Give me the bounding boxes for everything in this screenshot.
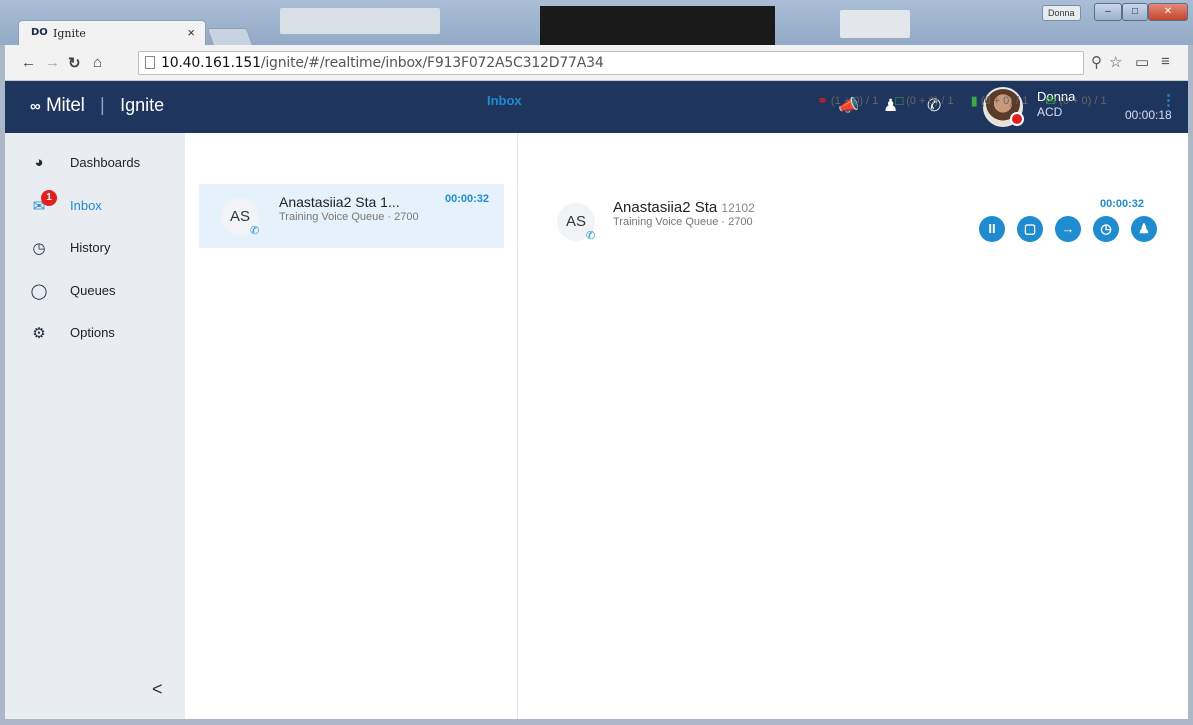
- sidebar-item-queues[interactable]: ◯ Queues: [5, 272, 185, 308]
- contact-queue: Training Voice Queue · 2700: [613, 216, 753, 228]
- address-bar[interactable]: 10.40.161.151/ignite/#/realtime/inbox/F9…: [138, 51, 1084, 75]
- hold-button[interactable]: II: [979, 216, 1005, 242]
- phone-icon: ✆: [586, 230, 596, 242]
- sidebar-item-inbox[interactable]: ✉ 1 Inbox: [5, 187, 185, 223]
- gear-icon: ⚙: [32, 325, 46, 342]
- list-item[interactable]: AS ✆ Anastasiia2 Sta 1... Training Voice…: [199, 184, 504, 248]
- schedule-button[interactable]: ◷: [1093, 216, 1119, 242]
- presence-status-icon: [1010, 112, 1024, 126]
- url-text: 10.40.161.151/ignite/#/realtime/inbox/F9…: [161, 55, 604, 71]
- inbox-badge: 1: [41, 190, 57, 206]
- contact-name: Anastasiia2 Sta 12102: [613, 199, 755, 216]
- chat-counter[interactable]: □ (0 + 0) / 1: [895, 93, 953, 108]
- product-name: Ignite: [120, 95, 165, 115]
- mitel-favicon-icon: DO: [31, 27, 48, 38]
- end-call-button[interactable]: ▢: [1017, 216, 1043, 242]
- chat-icon: □: [895, 93, 904, 108]
- new-tab-button[interactable]: [206, 28, 254, 46]
- media-counters: ⚭ (1 + 0) / 1 □ (0 + 0) / 1 ▮ (0 + 0) / 1 ✉…: [817, 93, 1121, 109]
- transfer-button[interactable]: →: [1055, 216, 1081, 242]
- contact-queue: Training Voice Queue · 2700: [279, 211, 419, 223]
- sidebar-item-label: Queues: [70, 283, 116, 298]
- maximize-icon[interactable]: □: [1122, 3, 1148, 21]
- voice-counter[interactable]: ⚭ (1 + 0) / 1: [817, 93, 878, 108]
- email-icon: ✉: [1045, 93, 1057, 108]
- browser-tab[interactable]: DO Ignite ×: [18, 20, 206, 46]
- agent-timer: 00:00:18: [1125, 108, 1172, 122]
- sidebar-item-dashboards[interactable]: ◕ Dashboards: [5, 144, 185, 180]
- mobile-icon: ▮: [970, 93, 978, 108]
- brand: ∞ Mitel | Ignite: [30, 95, 165, 116]
- reload-icon[interactable]: ↻: [68, 54, 81, 72]
- stop-icon: ▢: [1023, 221, 1037, 236]
- page-icon: [145, 56, 155, 69]
- page-title: Inbox: [487, 93, 522, 108]
- browser-window: DO Ignite × Donna – □ ✕ ← → ↻ ⌂ 10.40.16…: [0, 0, 1193, 725]
- sidebar-item-label: Inbox: [70, 198, 102, 213]
- transfer-icon: →: [1061, 221, 1075, 236]
- tab-close-icon[interactable]: ×: [187, 25, 195, 40]
- home-icon[interactable]: ⌂: [93, 54, 102, 71]
- brand-name: Mitel: [45, 95, 85, 116]
- cast-icon[interactable]: ▭: [1135, 53, 1149, 71]
- conference-button[interactable]: ♟: [1131, 216, 1157, 242]
- minimize-icon[interactable]: –: [1094, 3, 1122, 21]
- clock-icon: ◷: [32, 240, 46, 257]
- phone-icon: ✆: [250, 225, 260, 237]
- queue-icon: ◯: [30, 283, 48, 300]
- headset-icon: ⚭: [817, 93, 828, 108]
- tab-title: Ignite: [53, 27, 86, 40]
- background-window-strip: [270, 2, 990, 46]
- forward-icon[interactable]: →: [45, 54, 60, 71]
- pause-icon: II: [988, 221, 996, 236]
- contact-name: Anastasiia2 Sta 1...: [279, 194, 400, 210]
- profile-chip[interactable]: Donna: [1042, 5, 1081, 21]
- sidebar-item-label: Options: [70, 325, 115, 340]
- browser-toolbar: ← → ↻ ⌂ 10.40.161.151/ignite/#/realtime/…: [5, 45, 1188, 81]
- conference-icon: ♟: [1138, 221, 1150, 236]
- email-counter[interactable]: ✉ (0 + 0) / 1: [1045, 93, 1106, 108]
- contact-extension: 12102: [721, 201, 755, 215]
- sidebar-item-label: History: [70, 240, 111, 255]
- back-icon[interactable]: ←: [21, 54, 36, 71]
- more-options-icon[interactable]: ⋮: [1161, 91, 1176, 109]
- sms-counter[interactable]: ▮ (0 + 0) / 1: [970, 93, 1029, 108]
- mitel-logo-icon: ∞: [30, 98, 41, 115]
- sidebar-item-history[interactable]: ◷ History: [5, 229, 185, 265]
- gauge-icon: ◕: [34, 154, 44, 171]
- ignite-app: ∞ Mitel | Ignite 📣 ♟ ✆ Donna ACD 00:00:1…: [5, 81, 1188, 719]
- star-icon[interactable]: ☆: [1109, 53, 1122, 71]
- interaction-timer: 00:00:32: [1100, 198, 1145, 210]
- sidebar-item-label: Dashboards: [70, 155, 141, 170]
- sidebar: ◕ Dashboards ✉ 1 Inbox ◷ History ◯ Queue…: [5, 133, 185, 719]
- window-close-icon[interactable]: ✕: [1148, 3, 1188, 21]
- schedule-icon: ◷: [1100, 221, 1112, 236]
- menu-icon[interactable]: ≡: [1161, 53, 1170, 70]
- collapse-sidebar-button[interactable]: <: [152, 679, 163, 700]
- key-icon[interactable]: ⚲: [1091, 53, 1102, 71]
- sidebar-item-options[interactable]: ⚙ Options: [5, 314, 185, 350]
- browser-titlebar: DO Ignite × Donna – □ ✕: [0, 0, 1193, 46]
- interaction-timer: 00:00:32: [445, 193, 490, 205]
